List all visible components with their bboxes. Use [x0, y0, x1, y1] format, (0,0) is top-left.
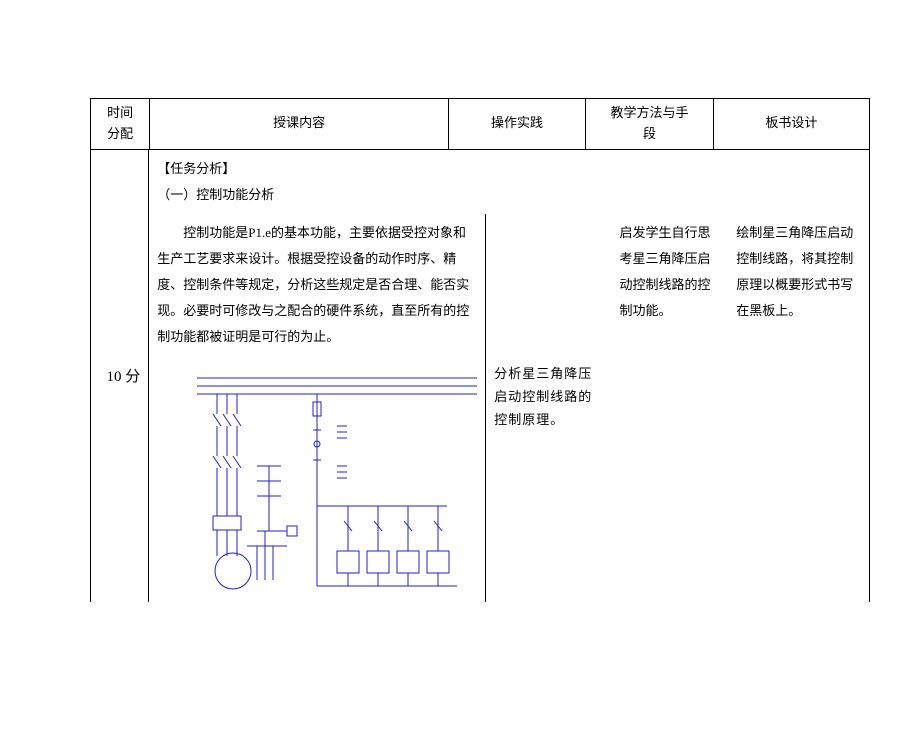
page: 时间分配 授课内容 操作实践 教学方法与手段 板书设计 【任务分析】 （一）控制… [0, 98, 920, 749]
control-function-subheading: （一）控制功能分析 [157, 182, 478, 208]
cell-time-1 [91, 150, 149, 214]
header-practice: 操作实践 [448, 99, 585, 150]
header-board: 板书设计 [713, 99, 869, 150]
cell-method-empty1 [611, 150, 728, 214]
cell-practice-empty1 [486, 150, 612, 214]
header-method: 教学方法与手段 [586, 99, 714, 150]
cell-time-2 [91, 214, 149, 356]
cell-practice-empty2 [486, 214, 612, 356]
cell-diagram [149, 356, 486, 602]
cell-method-empty3 [611, 356, 728, 602]
circuit-diagram [187, 366, 477, 596]
cell-method-text: 启发学生自行思考星三角降压启动控制线路的控制功能。 [611, 214, 728, 356]
cell-lecture-para: 控制功能是P1.e的基本功能，主要依据受控对象和生产工艺要求来设计。根据受控设备… [149, 214, 486, 356]
body-table: 【任务分析】 （一）控制功能分析 控制功能是P1.e的基本功能，主要依据受控对象… [90, 150, 870, 602]
header-lecture: 授课内容 [150, 99, 449, 150]
circuit-svg [187, 366, 477, 596]
task-analysis-heading: 【任务分析】 [157, 156, 478, 182]
cell-time-3: 10 分 [91, 356, 149, 602]
control-function-paragraph: 控制功能是P1.e的基本功能，主要依据受控对象和生产工艺要求来设计。根据受控设备… [157, 220, 477, 350]
cell-lecture-intro: 【任务分析】 （一）控制功能分析 [149, 150, 486, 214]
cell-practice-text: 分析星三角降压启动控制线路的控制原理。 [486, 356, 612, 602]
header-time: 时间分配 [91, 99, 150, 150]
cell-board-text: 绘制星三角降压启动控制线路，将其控制原理以概要形式书写在黑板上。 [728, 214, 869, 356]
header-table: 时间分配 授课内容 操作实践 教学方法与手段 板书设计 [90, 98, 870, 150]
cell-board-empty1 [728, 150, 869, 214]
cell-board-empty3 [728, 356, 869, 602]
